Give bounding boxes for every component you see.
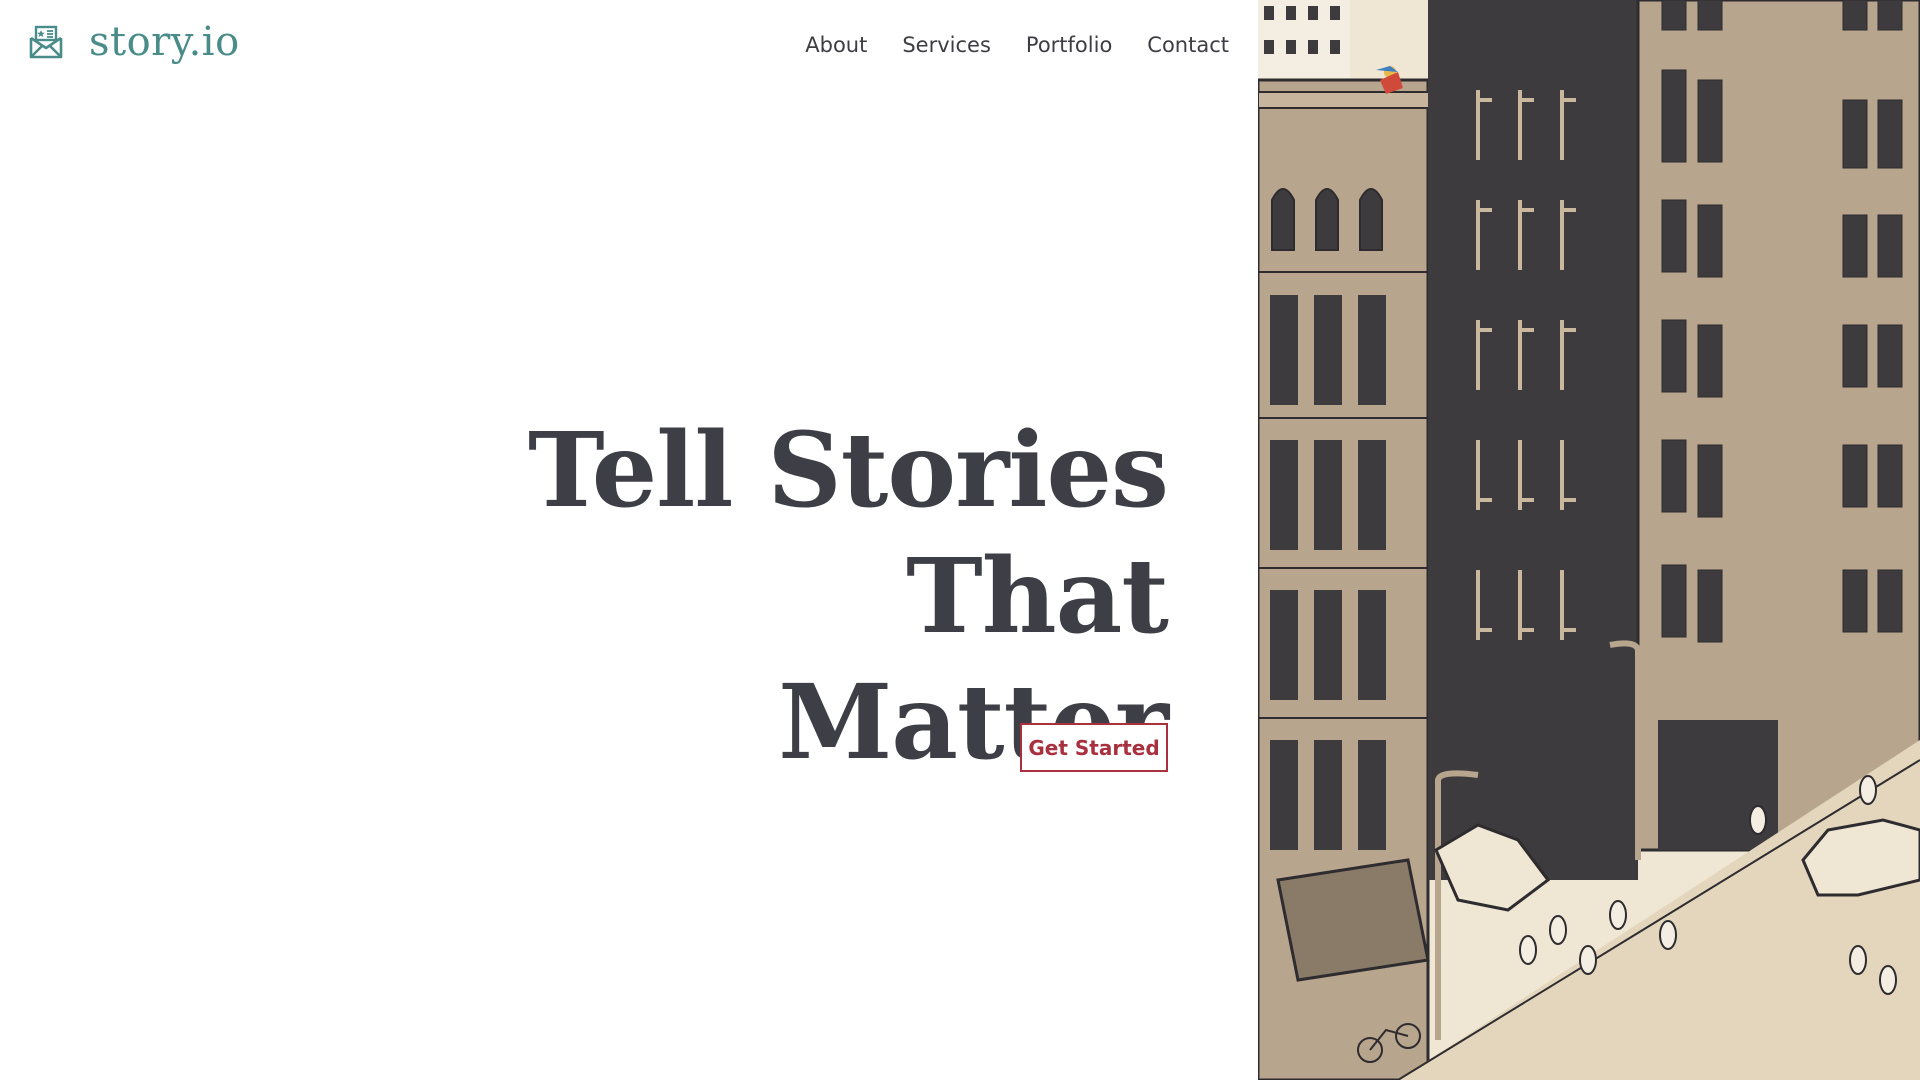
brand-logo-link[interactable]: story.io <box>28 22 240 62</box>
nav-link-services[interactable]: Services <box>902 32 991 59</box>
main-nav: About Services Portfolio Contact <box>805 32 1229 59</box>
nav-link-portfolio[interactable]: Portfolio <box>1026 32 1112 59</box>
brand-name: story.io <box>89 19 240 65</box>
get-started-button[interactable]: Get Started <box>1020 723 1168 772</box>
landing-page: story.io About Services Portfolio Contac… <box>0 0 1920 1080</box>
city-illustration-svg <box>1258 0 1920 1080</box>
nav-link-contact[interactable]: Contact <box>1147 32 1229 59</box>
site-header: story.io About Services Portfolio Contac… <box>0 0 1258 96</box>
envelope-star-icon <box>28 24 64 60</box>
hero-title-line-1: Tell Stories That <box>527 410 1169 657</box>
nav-link-about[interactable]: About <box>805 32 867 59</box>
city-street-illustration <box>1258 0 1920 1080</box>
